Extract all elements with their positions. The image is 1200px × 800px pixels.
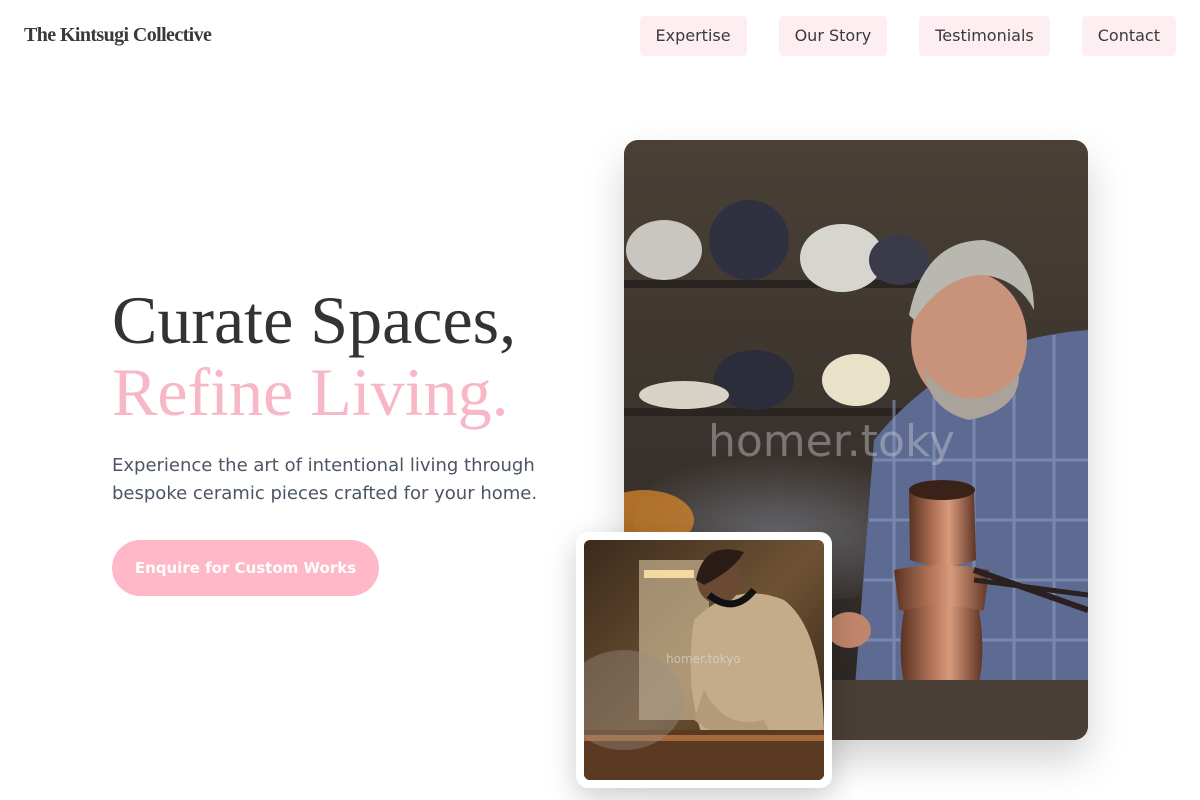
inset-photo-watermark: homer.tokyo: [666, 652, 741, 666]
nav-expertise[interactable]: Expertise: [639, 16, 747, 56]
nav-testimonials[interactable]: Testimonials: [919, 16, 1050, 56]
worker-photo: homer.tokyo: [584, 540, 824, 780]
main-nav: Expertise Our Story Testimonials Contact: [639, 16, 1176, 56]
main-photo-watermark: homer.toky: [708, 416, 955, 467]
site-logo[interactable]: The Kintsugi Collective: [24, 24, 212, 47]
nav-our-story[interactable]: Our Story: [778, 16, 888, 56]
hero-title: Curate Spaces, Refine Living.: [112, 284, 516, 428]
hero-title-line1: Curate Spaces,: [112, 282, 517, 358]
hero-title-line2: Refine Living.: [112, 354, 509, 430]
hero-subtitle: Experience the art of intentional living…: [112, 455, 538, 504]
inset-photo-frame: homer.tokyo: [576, 532, 832, 788]
enquire-button[interactable]: Enquire for Custom Works: [112, 540, 379, 596]
nav-contact[interactable]: Contact: [1081, 16, 1176, 56]
